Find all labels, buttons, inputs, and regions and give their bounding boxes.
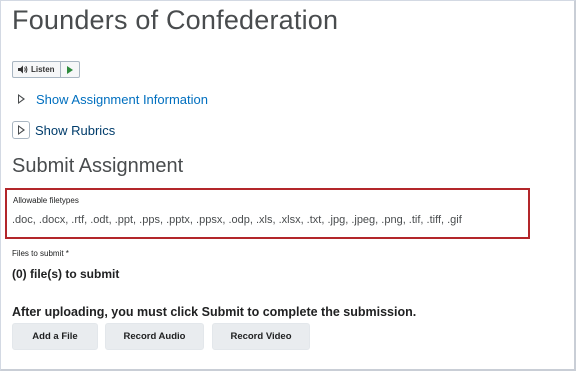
allowable-filetypes-label: Allowable filetypes: [13, 196, 79, 205]
play-icon: [66, 65, 73, 74]
submit-assignment-heading: Submit Assignment: [12, 155, 184, 177]
upload-instructions: After uploading, you must click Submit t…: [12, 305, 417, 319]
allowable-filetypes-value: .doc, .docx, .rtf, .odt, .ppt, .pps, .pp…: [12, 214, 462, 226]
add-file-button[interactable]: Add a File: [12, 323, 98, 350]
page-title: Founders of Confederation: [12, 5, 339, 35]
listen-button[interactable]: Listen: [13, 62, 60, 77]
files-to-submit-label: Files to submit *: [12, 249, 69, 258]
show-rubrics-label: Show Rubrics: [35, 122, 116, 138]
show-assignment-information-toggle[interactable]: Show Assignment Information: [12, 90, 208, 108]
listen-label: Listen: [31, 65, 55, 74]
listen-widget: Listen: [12, 61, 80, 78]
record-video-button[interactable]: Record Video: [212, 323, 310, 350]
expand-triangle-icon: [12, 121, 30, 139]
record-audio-button[interactable]: Record Audio: [105, 323, 204, 350]
files-count: (0) file(s) to submit: [12, 267, 120, 281]
show-assignment-information-label: Show Assignment Information: [36, 91, 208, 107]
allowable-filetypes-box: Allowable filetypes .doc, .docx, .rtf, .…: [5, 188, 530, 239]
speaker-icon: [18, 65, 28, 74]
play-button[interactable]: [59, 62, 79, 77]
expand-triangle-icon: [12, 90, 30, 108]
show-rubrics-toggle[interactable]: Show Rubrics: [12, 121, 115, 139]
